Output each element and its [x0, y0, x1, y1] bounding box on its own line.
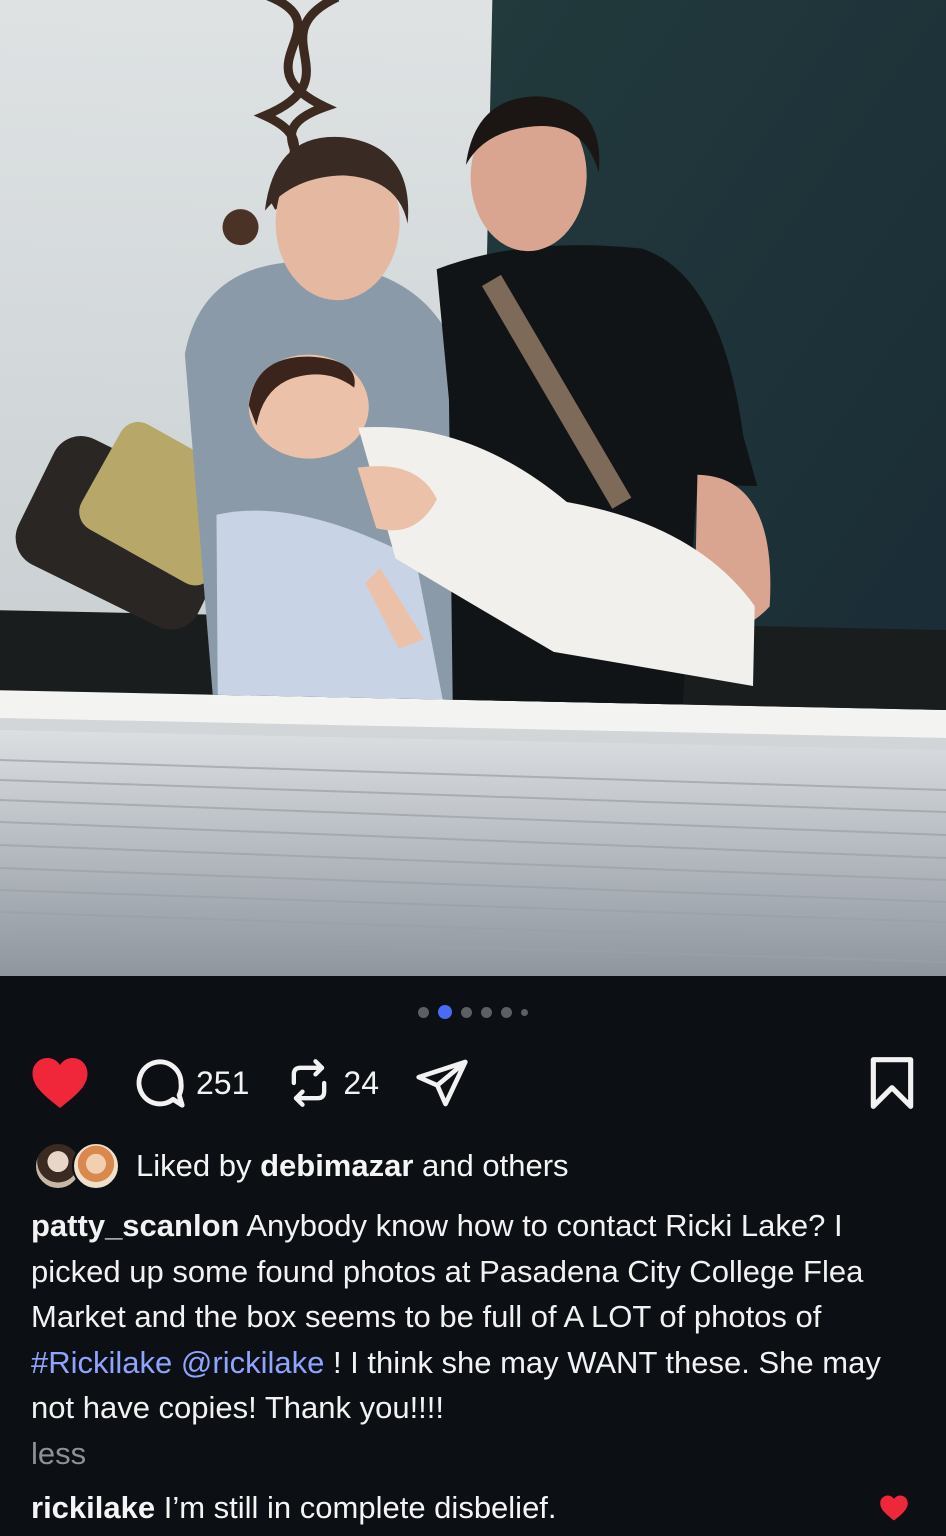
carousel-dot: [418, 1006, 429, 1018]
liked-by-user[interactable]: debimazar: [260, 1148, 413, 1184]
bookmark-button[interactable]: [868, 1055, 916, 1111]
repost-icon: [292, 1059, 327, 1107]
avatar: [72, 1142, 120, 1190]
heart-icon: [32, 1058, 88, 1108]
comment-username[interactable]: rickilake: [31, 1490, 155, 1525]
share-icon: [416, 1059, 468, 1107]
caption-hashtag[interactable]: #Rickilake: [31, 1345, 172, 1380]
caption-mention[interactable]: @rickilake: [181, 1345, 324, 1380]
comment-row: rickilake I’m still in complete disbelie…: [31, 1486, 917, 1530]
comment-button[interactable]: 251: [132, 1055, 283, 1111]
carousel-dot: [501, 1006, 512, 1018]
comment-icon: [136, 1059, 185, 1108]
liked-by[interactable]: Liked by debimazar and others: [34, 1140, 569, 1192]
liked-by-suffix: and others: [413, 1148, 569, 1183]
post-caption: patty_scanlon Anybody know how to contac…: [31, 1203, 911, 1476]
liker-avatars: [34, 1140, 120, 1192]
carousel-indicator: [0, 1005, 946, 1019]
less-link[interactable]: less: [31, 1431, 911, 1477]
carousel-dot: [461, 1006, 472, 1018]
comment-like-icon[interactable]: [879, 1494, 909, 1522]
liked-by-prefix: Liked by: [136, 1148, 261, 1183]
carousel-dot: [521, 1008, 528, 1016]
comments-count: 251: [196, 1064, 250, 1101]
caption-username[interactable]: patty_scanlon: [31, 1208, 239, 1243]
comment-text: I’m still in complete disbelief.: [155, 1490, 557, 1525]
carousel-dot: [481, 1006, 492, 1018]
repost-button[interactable]: 24: [283, 1055, 413, 1111]
like-button[interactable]: [30, 1055, 90, 1111]
share-button[interactable]: [413, 1055, 471, 1111]
post-image[interactable]: [0, 0, 946, 976]
post-actions: 251 24: [30, 1048, 916, 1118]
bookmark-icon: [870, 1057, 914, 1109]
photo-illustration: [0, 0, 946, 976]
carousel-dot-active: [438, 1005, 452, 1019]
reposts-count: 24: [343, 1064, 379, 1101]
